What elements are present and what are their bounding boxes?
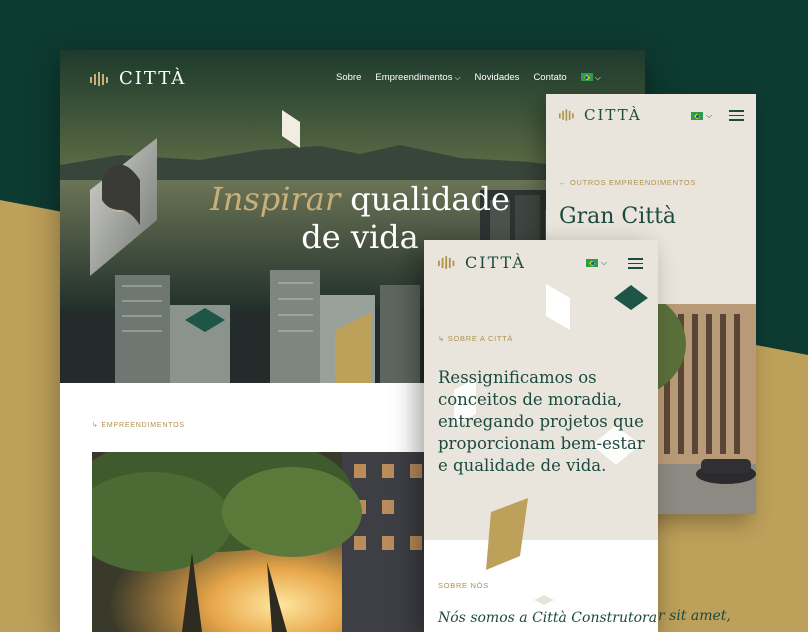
nav-item-empreendimentos-label: Empreendimentos	[375, 72, 453, 83]
language-selector[interactable]: ⌵	[691, 111, 712, 121]
mobile-about-mockup: CITTÀ ⌵ ↳ SOBRE A CITTÀ Ressignificamos …	[424, 240, 658, 632]
language-selector[interactable]: ⌵	[580, 72, 601, 83]
logo-mark-icon	[90, 71, 108, 86]
section-label-sobre-nos: SOBRE NÓS	[438, 581, 489, 590]
section-label-empreendimentos: ↳ EMPREENDIMENTOS	[92, 422, 185, 429]
nav-item-sobre[interactable]: Sobre	[336, 72, 361, 83]
flag-brazil-icon	[691, 112, 703, 120]
nav-item-contato[interactable]: Contato	[533, 72, 566, 83]
desktop-nav: Sobre Empreendimentos ⌵ Novidades Contato…	[336, 72, 601, 83]
breadcrumb-sobre-a-citta: ↳ SOBRE A CITTÀ	[438, 334, 514, 343]
about-subtitle: Nós somos a Città Construtora	[438, 610, 658, 626]
breadcrumb-outros-empreendimentos[interactable]: ← OUTROS EMPREENDIMENTOS	[559, 178, 696, 187]
brand-logo[interactable]: CITTÀ	[90, 68, 186, 89]
logo-mark-icon	[559, 109, 574, 121]
brand-name: CITTÀ	[119, 68, 187, 89]
flag-brazil-icon	[580, 73, 593, 82]
project-photo[interactable]	[92, 452, 432, 632]
hamburger-menu-icon[interactable]	[729, 110, 744, 121]
chevron-down-icon: ⌵	[594, 73, 601, 82]
hero-headline-rest: qualidade	[350, 180, 510, 218]
nav-item-empreendimentos[interactable]: Empreendimentos ⌵	[375, 72, 460, 83]
nav-item-novidades[interactable]: Novidades	[475, 72, 520, 83]
about-statement: Ressignificamos os conceitos de moradia,…	[438, 368, 645, 475]
hero-headline-line2: de vida	[301, 218, 419, 256]
project-title: Gran Città	[559, 204, 677, 229]
chevron-down-icon: ⌵	[454, 73, 461, 82]
brand-name: CITTÀ	[584, 106, 642, 124]
hero-headline-italic: Inspirar	[210, 180, 341, 218]
lorem-text-fragment: r sit amet,	[658, 608, 731, 624]
project-photo-image	[92, 452, 432, 632]
chevron-down-icon: ⌵	[706, 111, 713, 120]
brand-logo[interactable]: CITTÀ	[559, 106, 642, 124]
